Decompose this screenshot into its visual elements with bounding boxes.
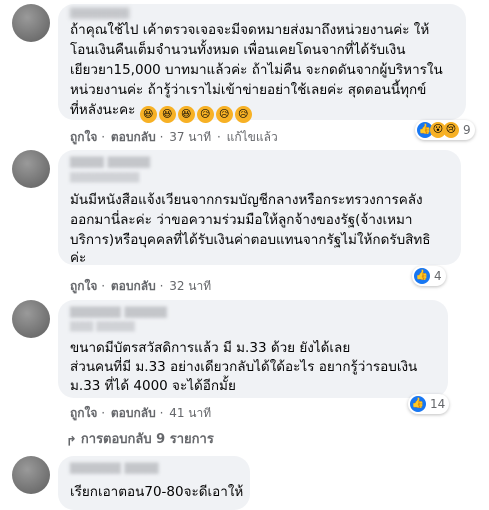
comment-line: เยียวยา15,000 บาทมาแล้วค่ะ ถ้าไม่คืน จะก… [70, 62, 443, 78]
comment-line: ที่หลังนะคะ 😆 😆 😆 😥 😥 😥 [70, 100, 458, 123]
sad-emoji-icon: 😥 [215, 106, 233, 123]
comment-bubble: ▇▇▇▇▇▇▇ ถ้าคุณใช้ไป เค้าตรวจเจอจะมีจดหมา… [58, 4, 466, 123]
reply-link[interactable]: ตอบกลับ [111, 279, 156, 293]
comment-line: โอนเงินคืนเต็มจำนวนทั้งหมด เพื่อนเคยโดนจ… [70, 42, 406, 58]
view-replies-label: การตอบกลับ 9 รายการ [80, 432, 214, 447]
comment-actions: ถูกใจ · ตอบกลับ · 37 นาที · แก้ไขแล้ว [70, 130, 278, 144]
comment-line: มันมีหนังสือแจ้งเวียนจากกรมบัญชีกลางหรือ… [70, 192, 423, 208]
like-link[interactable]: ถูกใจ [70, 406, 97, 420]
reaction-summary[interactable]: 👍 4 [412, 266, 446, 286]
reply-arrow-icon: ↳ [66, 432, 77, 447]
commenter-name-blurred[interactable]: ▇▇▇▇▇▇ ▇▇▇▇▇ [70, 305, 167, 318]
comment-actions: ถูกใจ · ตอบกลับ · 32 นาที [70, 279, 212, 293]
commenter-subtitle-blurred: ▇▇▇▇▇▇▇▇▇ [70, 172, 140, 183]
comment-bubble: ▇▇▇▇▇▇ ▇▇▇▇▇ ▇▇▇ ▇▇▇▇▇ ขนาดมีบัตรสวัสดิก… [58, 300, 448, 398]
reaction-summary[interactable]: 👍 😮 😢 9 [415, 120, 475, 140]
like-reaction-icon: 👍 [410, 396, 426, 412]
like-reaction-icon: 👍 [414, 268, 430, 284]
comment-line: หน่วยงานค่ะ ถ้ารู้ว่าเราไม่เข้าข่ายอย่าใ… [70, 82, 427, 98]
comment-line: เรียกเอาตอน70-80จะดีเอาให้ [70, 484, 244, 500]
comment-line: ถ้าคุณใช้ไป เค้าตรวจเจอจะมีจดหมายส่งมาถึ… [70, 22, 430, 38]
comment-actions: ถูกใจ · ตอบกลับ · 41 นาที [70, 406, 212, 420]
reply-link[interactable]: ตอบกลับ [111, 406, 156, 420]
grin-emoji-icon: 😆 [177, 106, 195, 123]
grin-emoji-icon: 😆 [139, 106, 157, 123]
avatar[interactable] [12, 150, 50, 188]
comment-line: ส่วนคนที่มี ม.33 อย่างเดียวกลับได้ใด้อะไ… [70, 359, 418, 375]
view-replies-link[interactable]: ↳ การตอบกลับ 9 รายการ [66, 428, 214, 449]
commenter-subtitle-blurred: ▇▇▇ ▇▇▇▇▇ [70, 321, 135, 332]
comment-bubble: ▇▇▇▇▇▇ ▇▇▇▇ เรียกเอาตอน70-80จะดีเอาให้ [58, 456, 250, 510]
sad-emoji-icon: 😥 [196, 106, 214, 123]
comment-line-text: ที่หลังนะคะ [70, 102, 136, 118]
timestamp[interactable]: 41 นาที [169, 406, 211, 420]
like-link[interactable]: ถูกใจ [70, 130, 97, 144]
avatar[interactable] [12, 300, 50, 338]
grin-emoji-icon: 😆 [158, 106, 176, 123]
comment-line: ออกมานี่ละค่ะ ว่าขอความร่วมมือให้ลูกจ้าง… [70, 212, 413, 228]
avatar[interactable] [12, 456, 50, 494]
like-link[interactable]: ถูกใจ [70, 279, 97, 293]
comment-line: ขนาดมีบัตรสวัสดิการแล้ว มี ม.33 ด้วย ยัง… [70, 340, 351, 356]
edited-label: แก้ไขแล้ว [226, 130, 278, 144]
commenter-name-blurred[interactable]: ▇▇▇▇▇▇▇ [70, 6, 129, 19]
reaction-count: 14 [430, 397, 446, 411]
sad-reaction-icon: 😢 [443, 122, 459, 138]
reaction-summary[interactable]: 👍 14 [408, 394, 450, 414]
reply-link[interactable]: ตอบกลับ [111, 130, 156, 144]
avatar[interactable] [12, 4, 50, 42]
comment-bubble: ▇▇▇▇ ▇▇▇▇▇ ▇▇▇▇▇▇▇▇▇ มันมีหนังสือแจ้งเวี… [58, 150, 461, 266]
comment-line: ค่ะ [70, 250, 87, 266]
commenter-name-blurred[interactable]: ▇▇▇▇▇▇ ▇▇▇▇ [70, 461, 158, 474]
comment-line: ม.33 ที่ได้ 4000 จะได้อีกมั้ย [70, 378, 236, 394]
reaction-count: 4 [434, 269, 442, 283]
commenter-name-blurred[interactable]: ▇▇▇▇ ▇▇▇▇▇ [70, 155, 150, 168]
timestamp[interactable]: 32 นาที [169, 279, 211, 293]
timestamp[interactable]: 37 นาที [169, 130, 211, 144]
reaction-count: 9 [463, 123, 471, 137]
sad-emoji-icon: 😥 [234, 106, 252, 123]
